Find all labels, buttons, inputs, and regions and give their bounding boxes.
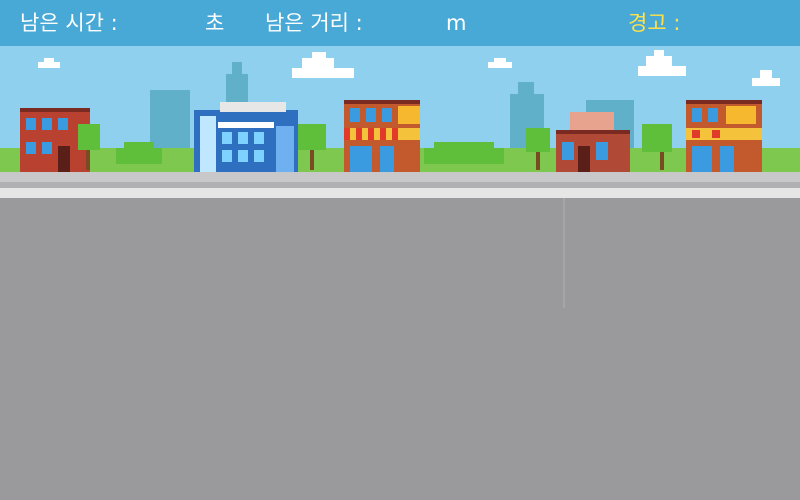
time-label: 남은 시간 : (20, 11, 118, 35)
warning-label: 경고 : (628, 11, 681, 35)
distance-unit: m (446, 11, 467, 35)
time-unit: 초 (205, 11, 225, 35)
road-seam (563, 198, 565, 308)
curb-line (0, 188, 800, 198)
road (0, 198, 800, 500)
orange-shop-building (344, 100, 420, 172)
yellow-shop-building (686, 100, 762, 172)
hud-bar: 남은 시간 : 초 남은 거리 : m 경고 : (0, 0, 800, 46)
city-skyline (0, 46, 800, 172)
city-backdrop (0, 46, 800, 172)
distance-label: 남은 거리 : (265, 11, 363, 35)
sidewalk (0, 172, 800, 182)
blue-glass-building (194, 102, 298, 172)
